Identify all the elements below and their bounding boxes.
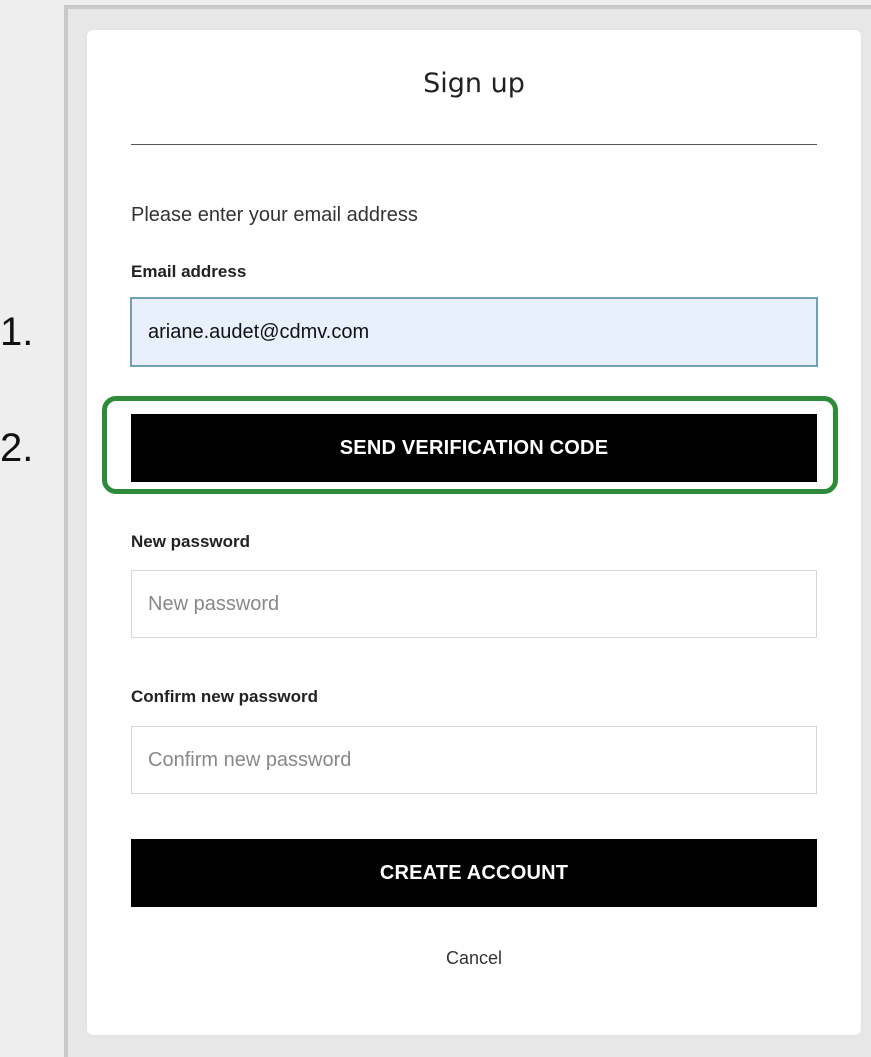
new-password-label: New password <box>131 532 251 551</box>
send-verification-code-button[interactable]: SEND VERIFICATION CODE <box>131 414 817 482</box>
new-password-field[interactable] <box>131 570 817 638</box>
intro-text: Please enter your email address <box>131 204 418 226</box>
step-marker-1: 1. <box>0 310 34 354</box>
confirm-password-field[interactable] <box>131 726 817 794</box>
cancel-link[interactable]: Cancel <box>446 948 502 968</box>
cancel-link-row: Cancel <box>87 948 861 969</box>
confirm-password-label: Confirm new password <box>131 687 319 706</box>
step-marker-2: 2. <box>0 426 34 470</box>
screenshot-stage: 1. 2. Sign up Please enter your email ad… <box>0 0 871 1057</box>
signup-card: Sign up Please enter your email address … <box>87 30 861 1035</box>
page-title: Sign up <box>423 68 525 99</box>
email-label: Email address <box>131 262 247 281</box>
title-divider <box>131 144 817 145</box>
create-account-button[interactable]: CREATE ACCOUNT <box>131 839 817 907</box>
email-field[interactable] <box>131 298 817 366</box>
